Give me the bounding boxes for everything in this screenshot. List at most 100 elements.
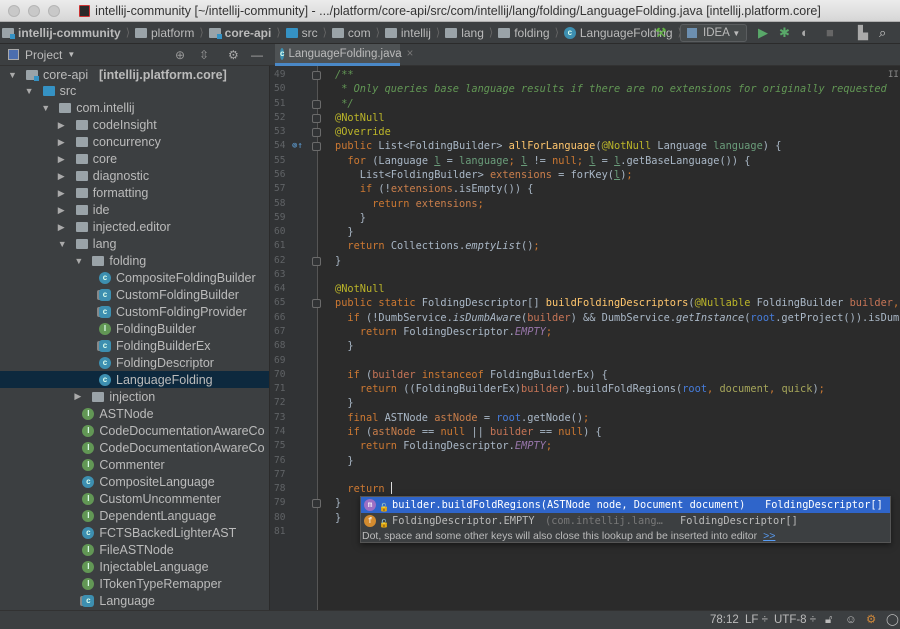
tree-item[interactable]: ▶ core — [0, 151, 269, 168]
build-hammer-icon[interactable]: ⚒ — [655, 25, 667, 41]
tree-item-label: FoldingBuilder — [116, 322, 196, 337]
hint-more-link[interactable]: >> — [763, 530, 775, 542]
expanded-arrow-icon[interactable]: ▼ — [25, 86, 35, 96]
expanded-arrow-icon[interactable]: ▼ — [41, 103, 51, 113]
breadcrumb-lang[interactable]: lang ⟩ — [443, 26, 496, 40]
package-icon — [445, 27, 458, 38]
debug-icon[interactable]: ✱ — [779, 25, 790, 41]
hide-panel-icon[interactable]: — — [251, 48, 263, 62]
close-tab-icon[interactable]: × — [407, 48, 414, 60]
breadcrumb-com[interactable]: com ⟩ — [330, 26, 383, 40]
updates-gear-icon[interactable]: ⚙ — [866, 611, 876, 629]
tree-item[interactable]: c FoldingBuilderEx — [0, 338, 269, 355]
tree-item[interactable]: c CustomFoldingProvider — [0, 304, 269, 321]
collapsed-arrow-icon[interactable]: ▶ — [58, 137, 68, 148]
tree-item[interactable]: c CompositeFoldingBuilder — [0, 270, 269, 287]
completion-item[interactable]: m 🔓 builder.buildFoldRegions(ASTNode nod… — [361, 497, 890, 513]
fold-marker-icon[interactable] — [312, 113, 321, 123]
project-structure-icon[interactable]: ▙ — [858, 25, 868, 41]
tree-item[interactable]: I CodeDocumentationAwareCo — [0, 439, 269, 456]
tree-item[interactable]: c CompositeLanguage — [0, 473, 269, 490]
zoom-window-button[interactable] — [48, 5, 60, 17]
tree-item[interactable]: ▼ core-api [intellij.platform.core] — [0, 66, 269, 83]
tree-item[interactable]: I FoldingBuilder — [0, 321, 269, 338]
inspection-status-icon[interactable]: II — [888, 70, 899, 80]
run-icon[interactable]: ▶ — [758, 25, 768, 41]
tree-item[interactable]: I CustomUncommenter — [0, 490, 269, 507]
expanded-arrow-icon[interactable]: ▼ — [8, 70, 18, 80]
collapsed-arrow-icon[interactable]: ▶ — [58, 188, 68, 199]
project-view-selector[interactable]: Project — [25, 48, 62, 62]
breadcrumb-intellij-community[interactable]: intellij-community ⟩ — [0, 26, 133, 40]
collapsed-arrow-icon[interactable]: ▶ — [58, 222, 68, 233]
collapsed-arrow-icon[interactable]: ▶ — [58, 171, 68, 182]
fold-marker-icon[interactable] — [312, 99, 321, 109]
code-token: if — [347, 311, 367, 324]
code-line: */ — [335, 97, 353, 111]
breadcrumb-core-api[interactable]: core-api ⟩ — [207, 26, 284, 40]
class-icon: c — [563, 26, 576, 39]
tree-item[interactable]: I ASTNode — [0, 405, 269, 422]
coverage-icon[interactable]: ◐ — [801, 25, 809, 41]
package-icon — [75, 205, 88, 216]
gear-icon[interactable]: ⚙ — [228, 48, 239, 62]
minimize-window-button[interactable] — [28, 5, 40, 17]
collapsed-arrow-icon[interactable]: ▶ — [58, 154, 68, 165]
tree-item[interactable]: I DependentLanguage — [0, 507, 269, 524]
expanded-arrow-icon[interactable]: ▼ — [58, 239, 68, 249]
tree-item[interactable]: c FCTSBackedLighterAST — [0, 524, 269, 541]
fold-marker-icon[interactable] — [312, 128, 321, 138]
breadcrumb-src[interactable]: src ⟩ — [284, 26, 330, 40]
lock-icon[interactable]: 🔓︎ — [825, 611, 832, 629]
close-window-button[interactable] — [8, 5, 20, 17]
completion-item[interactable]: f 🔓 FoldingDescriptor.EMPTY (com.intelli… — [361, 513, 890, 529]
tree-item[interactable]: I FileASTNode — [0, 541, 269, 558]
tree-item[interactable]: ▼ src — [0, 83, 269, 100]
collapsed-arrow-icon[interactable]: ▶ — [58, 205, 68, 216]
expanded-arrow-icon[interactable]: ▼ — [74, 256, 84, 266]
chevron-down-icon[interactable]: ▼ — [67, 50, 75, 59]
locate-icon[interactable]: ⊕ — [175, 48, 185, 62]
override-method-icon[interactable]: ⊚↑ — [292, 139, 303, 153]
tree-item[interactable]: I ITokenTypeRemapper — [0, 575, 269, 592]
tree-item[interactable]: ▶ formatting — [0, 185, 269, 202]
tree-item[interactable]: ▼ folding — [0, 253, 269, 270]
line-separator-select[interactable]: LF ÷ — [745, 611, 768, 629]
tree-item[interactable]: ▼ com.intellij — [0, 100, 269, 117]
search-everywhere-icon[interactable]: ⌕ — [879, 25, 886, 41]
breadcrumb-folding[interactable]: folding ⟩ — [496, 26, 562, 40]
caret-position[interactable]: 78:12 — [710, 611, 739, 629]
fold-marker-icon[interactable] — [312, 256, 321, 266]
interface-icon: I — [82, 509, 95, 522]
fold-marker-icon[interactable] — [312, 71, 321, 80]
encoding-select[interactable]: UTF-8 ÷ — [774, 611, 816, 629]
tree-item[interactable]: ▶ ide — [0, 202, 269, 219]
event-log-icon[interactable]: ◯ — [886, 611, 899, 629]
fold-marker-icon[interactable] — [312, 142, 321, 152]
collapsed-arrow-icon[interactable]: ▶ — [74, 391, 84, 402]
collapse-all-icon[interactable]: ⇳ — [199, 48, 209, 62]
stop-icon[interactable]: ■ — [826, 25, 834, 41]
breadcrumb-intellij[interactable]: intellij ⟩ — [383, 26, 443, 40]
tree-item[interactable]: ▶ codeInsight — [0, 117, 269, 134]
tree-item[interactable]: I InjectableLanguage — [0, 558, 269, 575]
breadcrumb-platform[interactable]: platform ⟩ — [133, 26, 207, 40]
tree-item[interactable]: c CustomFoldingBuilder — [0, 287, 269, 304]
tree-item[interactable]: c Language — [0, 592, 269, 609]
tree-item[interactable]: ▶ injection — [0, 388, 269, 405]
run-configuration-select[interactable]: IDEA ▼ — [680, 24, 747, 42]
tab-languagefolding-java[interactable]: c LanguageFolding.java × — [275, 44, 413, 66]
tree-item[interactable]: ▶ injected.editor — [0, 219, 269, 236]
tree-item[interactable]: ▶ concurrency — [0, 134, 269, 151]
tree-item[interactable]: ▶ diagnostic — [0, 168, 269, 185]
tree-item[interactable]: ▼ lang — [0, 236, 269, 253]
tree-item[interactable]: I CodeDocumentationAwareCo — [0, 422, 269, 439]
fold-marker-icon[interactable] — [312, 299, 321, 309]
fold-marker-icon[interactable] — [312, 499, 321, 509]
tree-item[interactable]: I Commenter — [0, 456, 269, 473]
collapsed-arrow-icon[interactable]: ▶ — [58, 120, 68, 131]
hector-icon[interactable]: ☺ — [845, 611, 857, 629]
tree-item[interactable]: c FoldingDescriptor — [0, 354, 269, 371]
tree-item[interactable]: c LanguageFolding — [0, 371, 269, 389]
